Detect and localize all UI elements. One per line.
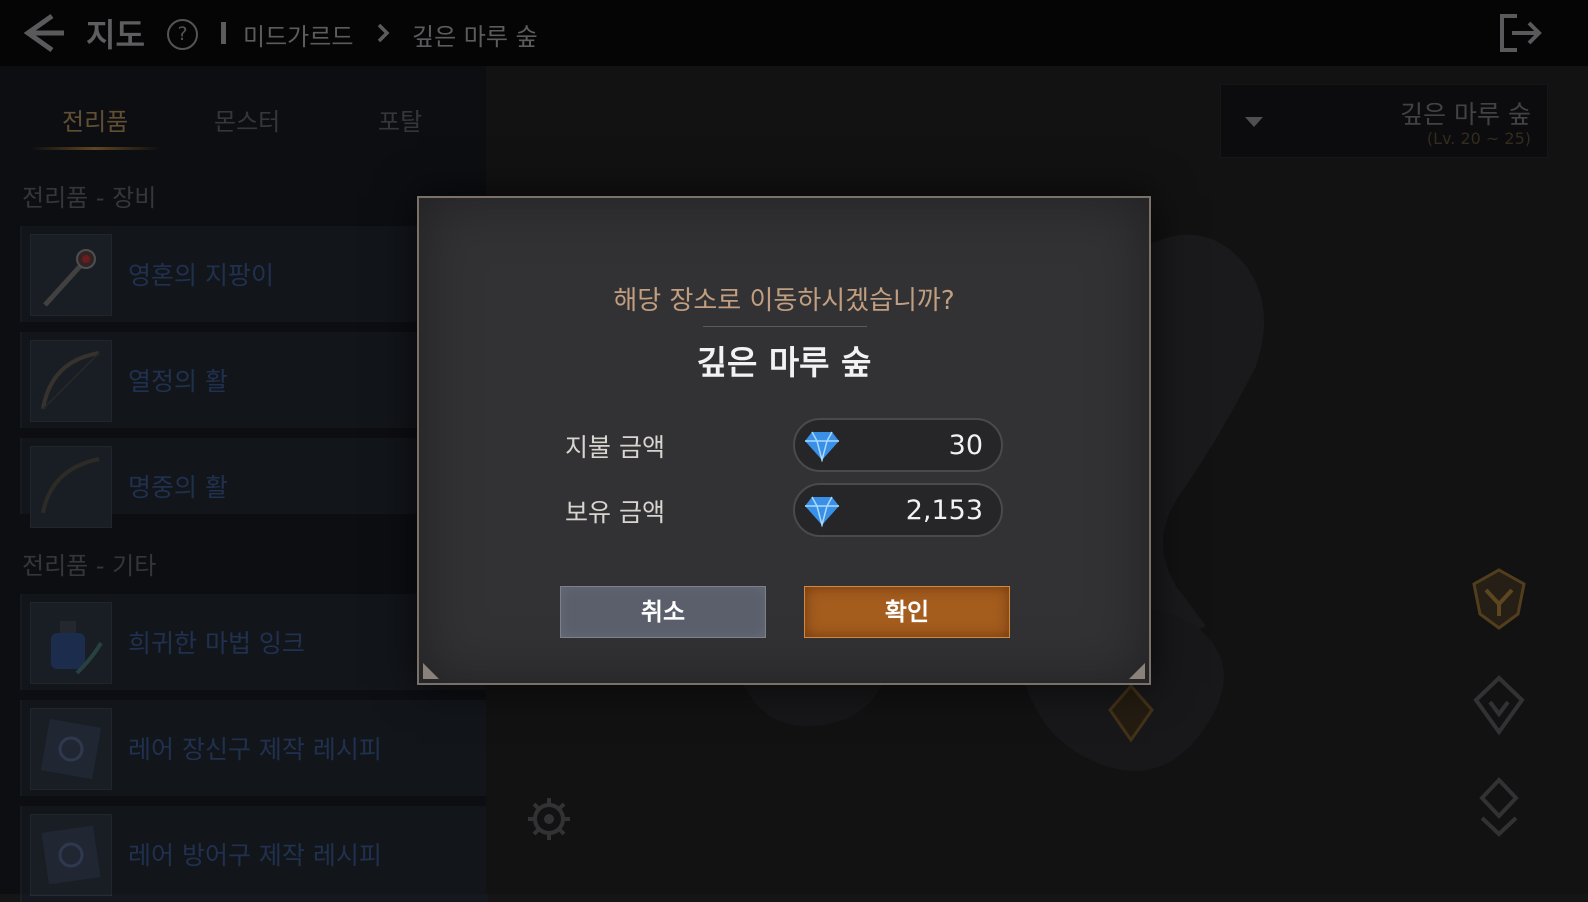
top-bar: 지도 ? 미드가르드 깊은 마루 숲 [0, 0, 1588, 66]
owned-amount-label: 보유 금액 [565, 498, 665, 527]
chevron-right-icon [377, 23, 390, 43]
diamond-icon [805, 431, 839, 462]
owned-amount-box: 2,153 [793, 483, 1003, 537]
diamond-icon [805, 496, 839, 527]
teleport-dialog: 해당 장소로 이동하시겠습니까? 깊은 마루 숲 지불 금액 30 보유 금액 … [417, 196, 1151, 685]
exit-icon[interactable] [1497, 12, 1545, 54]
dialog-divider [703, 326, 867, 327]
breadcrumb-world[interactable]: 미드가르드 [243, 17, 353, 52]
confirm-button[interactable]: 확인 [804, 586, 1010, 638]
page-title: 지도 [86, 16, 145, 54]
corner-ornament-icon [423, 663, 439, 679]
dialog-destination: 깊은 마루 숲 [696, 343, 872, 382]
cancel-button[interactable]: 취소 [560, 586, 766, 638]
dialog-question: 해당 장소로 이동하시겠습니까? [613, 286, 955, 316]
back-arrow-icon[interactable] [22, 12, 68, 54]
corner-ornament-icon [1129, 663, 1145, 679]
pay-amount-label: 지불 금액 [565, 433, 665, 462]
breadcrumb-divider [221, 22, 226, 44]
pay-amount-value: 30 [948, 430, 983, 461]
owned-amount-value: 2,153 [905, 495, 983, 526]
pay-amount-box: 30 [793, 418, 1003, 472]
breadcrumb-region: 깊은 마루 숲 [412, 23, 538, 51]
help-icon[interactable]: ? [167, 19, 198, 50]
